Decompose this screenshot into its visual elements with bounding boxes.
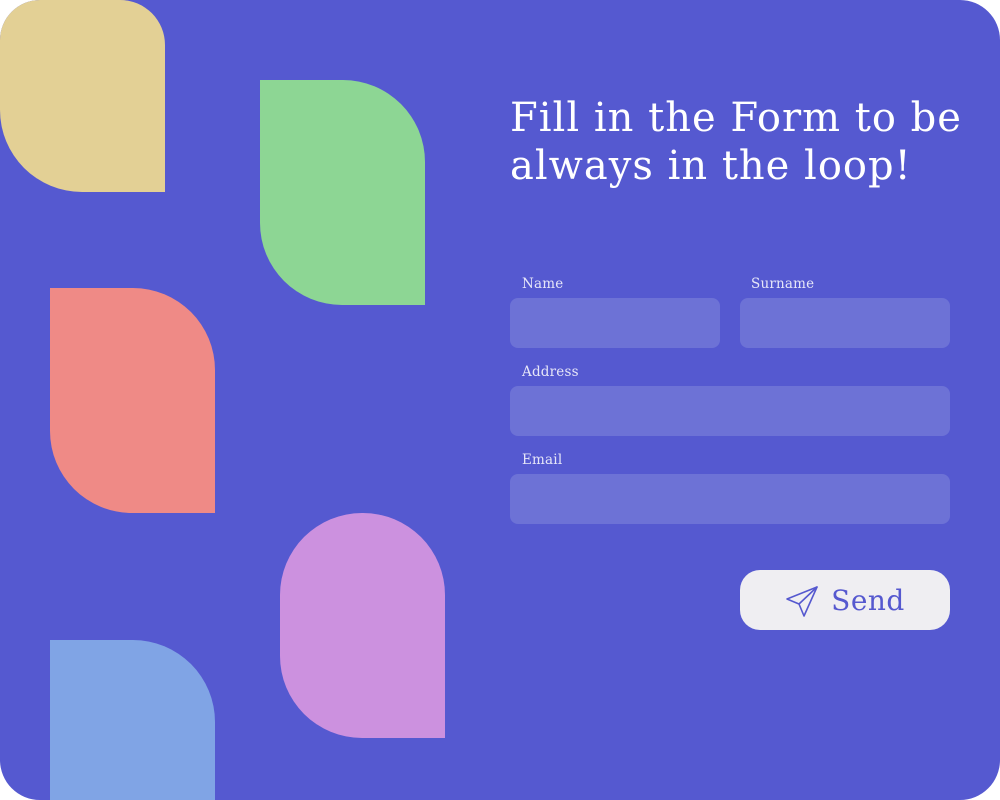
address-label: Address [522,364,579,380]
email-input[interactable] [510,474,950,524]
decorative-red-leaf-shape [50,288,215,513]
decorative-purple-drop-shape [280,513,445,738]
send-button-label: Send [831,583,905,617]
decorative-blue-leaf-shape [50,640,215,800]
signup-card: Fill in the Form to be always in the loo… [0,0,1000,800]
email-label: Email [522,452,563,468]
decorative-green-leaf-shape [260,80,425,305]
surname-label: Surname [751,276,815,292]
name-input[interactable] [510,298,720,348]
paper-plane-icon [785,584,819,618]
send-button[interactable]: Send [740,570,950,630]
decorative-yellow-leaf-shape [0,0,165,192]
form-title: Fill in the Form to be always in the loo… [510,95,962,189]
address-input[interactable] [510,386,950,436]
surname-input[interactable] [740,298,950,348]
name-label: Name [522,276,564,292]
